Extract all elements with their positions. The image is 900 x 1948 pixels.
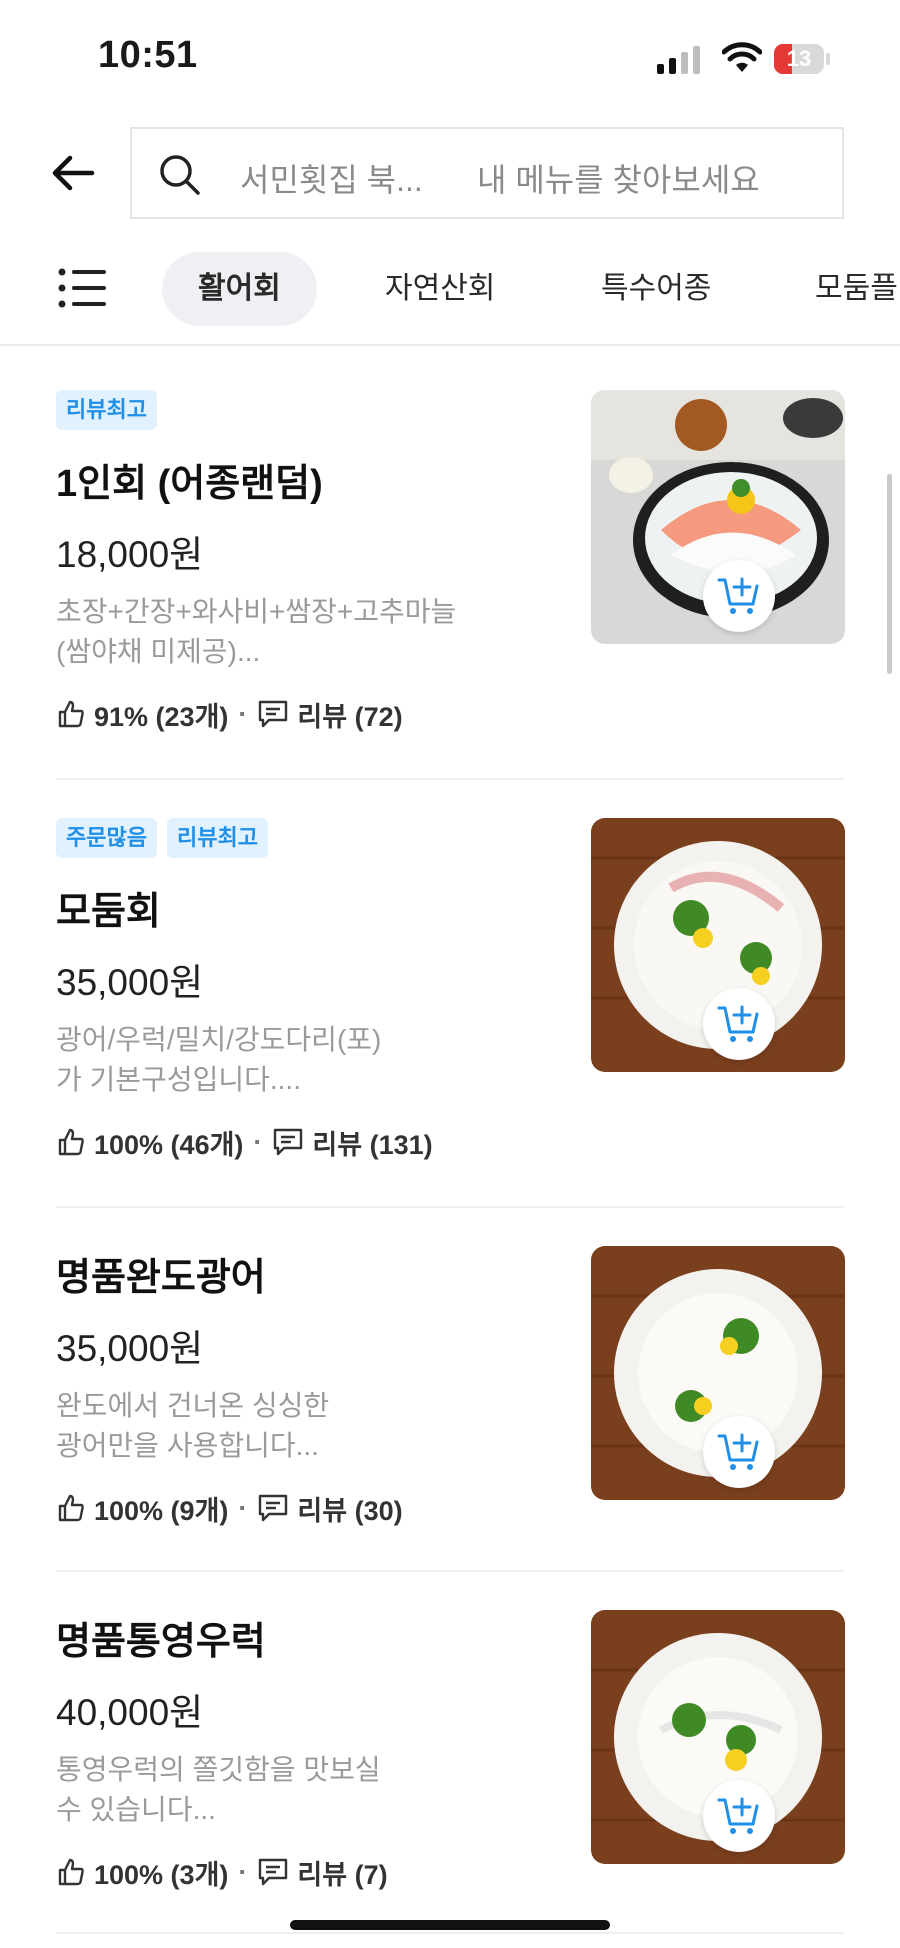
wifi-icon	[722, 42, 762, 72]
item-description-line: 초장+간장+와사비+쌈장+고추마늘	[56, 596, 457, 627]
item-divider	[56, 1206, 844, 1208]
badge: 리뷰최고	[56, 390, 157, 430]
item-name: 1인회 (어종랜덤)	[56, 463, 323, 505]
add-to-cart-button[interactable]	[703, 988, 775, 1060]
item-divider	[56, 1570, 844, 1572]
tab-category-2[interactable]: 특수어종	[601, 252, 711, 326]
item-divider	[56, 1932, 844, 1934]
item-description-line: 광어만을 사용합니다...	[56, 1430, 319, 1461]
item-price: 18,000원	[56, 534, 204, 575]
item-stats: 91% (23개) · 리뷰 (72)	[56, 696, 403, 732]
badge-group: 주문많음 리뷰최고	[56, 818, 278, 858]
thumbs-up-icon	[58, 700, 84, 728]
store-name: 서민횟집 북...	[240, 162, 423, 198]
badge-group: 리뷰최고	[56, 390, 167, 430]
add-to-cart-button[interactable]	[703, 560, 775, 632]
item-description-line: 광어/우럭/밀치/강도다리(포)	[56, 1024, 382, 1055]
review-comment-icon	[274, 1128, 303, 1156]
back-arrow-icon[interactable]	[50, 150, 96, 196]
review-stat: 리뷰 (30)	[297, 1495, 403, 1526]
thumbs-up-icon	[58, 1494, 84, 1522]
status-time: 10:51	[98, 34, 198, 76]
badge: 주문많음	[56, 818, 157, 858]
like-stat: 100% (46개)	[94, 1129, 244, 1160]
cart-plus-icon	[717, 1433, 759, 1470]
item-price: 35,000원	[56, 1328, 204, 1369]
tab-category-0[interactable]: 활어회	[162, 252, 317, 326]
add-to-cart-button[interactable]	[703, 1780, 775, 1852]
review-stat: 리뷰 (131)	[312, 1129, 433, 1160]
item-stats: 100% (46개) · 리뷰 (131)	[56, 1124, 433, 1160]
add-to-cart-button[interactable]	[703, 1416, 775, 1488]
item-description-line: 가 기본구성입니다....	[56, 1064, 301, 1095]
cart-plus-icon	[717, 1005, 759, 1042]
item-stats: 100% (9개) · 리뷰 (30)	[56, 1490, 403, 1526]
battery-percent: 13	[786, 46, 812, 71]
review-comment-icon	[259, 700, 288, 728]
home-indicator[interactable]	[290, 1920, 610, 1930]
like-stat: 91% (23개)	[94, 701, 229, 732]
item-description-line: 수 있습니다...	[56, 1794, 216, 1825]
review-comment-icon	[259, 1858, 288, 1886]
thumbs-up-icon	[58, 1128, 84, 1156]
review-stat: 리뷰 (72)	[297, 701, 403, 732]
item-price: 35,000원	[56, 962, 204, 1003]
thumbs-up-icon	[58, 1858, 84, 1886]
review-stat: 리뷰 (7)	[297, 1859, 388, 1890]
item-name: 모둠회	[56, 891, 161, 933]
like-stat: 100% (3개)	[94, 1859, 229, 1890]
like-stat: 100% (9개)	[94, 1495, 229, 1526]
review-comment-icon	[259, 1494, 288, 1522]
signal-icon	[657, 46, 700, 74]
item-description: 통영우럭의 쫄깃함을 맛보실 수 있습니다...	[56, 1750, 516, 1830]
item-name: 명품완도광어	[56, 1257, 266, 1299]
item-description: 초장+간장+와사비+쌈장+고추마늘 (쌈야채 미제공)...	[56, 592, 516, 672]
scrollbar[interactable]	[887, 474, 892, 674]
cart-plus-icon	[717, 577, 759, 614]
status-bar: 10:51 13	[0, 0, 900, 110]
category-list-icon[interactable]	[58, 268, 108, 308]
item-stats: 100% (3개) · 리뷰 (7)	[56, 1854, 388, 1890]
item-description: 광어/우럭/밀치/강도다리(포) 가 기본구성입니다....	[56, 1020, 516, 1100]
badge: 리뷰최고	[166, 818, 268, 858]
battery-cap	[826, 53, 830, 65]
search-icon	[160, 155, 200, 195]
item-price: 40,000원	[56, 1692, 204, 1733]
item-name: 명품통영우럭	[56, 1621, 266, 1663]
item-description-line: 완도에서 건너온 싱싱한	[56, 1390, 330, 1421]
item-description: 완도에서 건너온 싱싱한 광어만을 사용합니다...	[56, 1386, 516, 1466]
tab-category-3[interactable]: 모둠플	[815, 252, 898, 326]
battery-icon: 13	[774, 44, 824, 74]
tab-category-1[interactable]: 자연산회	[385, 252, 495, 326]
menu-search-bar[interactable]: 서민횟집 북... 내 메뉴를 찾아보세요	[130, 127, 844, 219]
item-divider	[56, 778, 844, 780]
item-description-line: 통영우럭의 쫄깃함을 맛보실	[56, 1754, 381, 1785]
search-placeholder[interactable]: 내 메뉴를 찾아보세요	[477, 155, 760, 201]
item-description-line: (쌈야채 미제공)...	[56, 636, 261, 667]
header-divider	[0, 344, 900, 346]
cart-plus-icon	[717, 1797, 759, 1834]
